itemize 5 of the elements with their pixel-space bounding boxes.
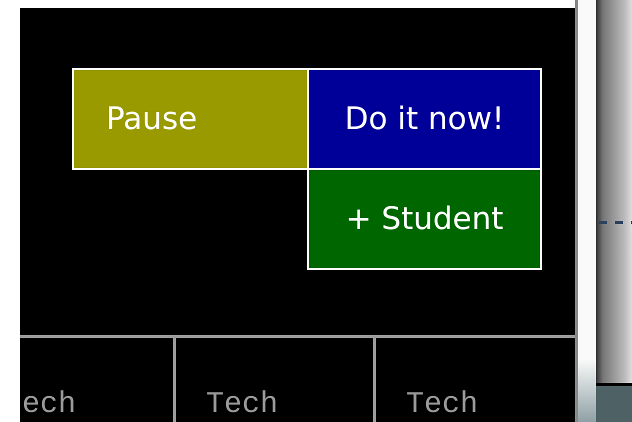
action-button[interactable]: Do it now! <box>307 68 542 170</box>
action-button[interactable]: + Student <box>307 170 542 270</box>
tab-label: ech <box>22 390 76 422</box>
tab-label: Tech <box>406 390 478 422</box>
tab-label: Tech <box>206 390 278 422</box>
